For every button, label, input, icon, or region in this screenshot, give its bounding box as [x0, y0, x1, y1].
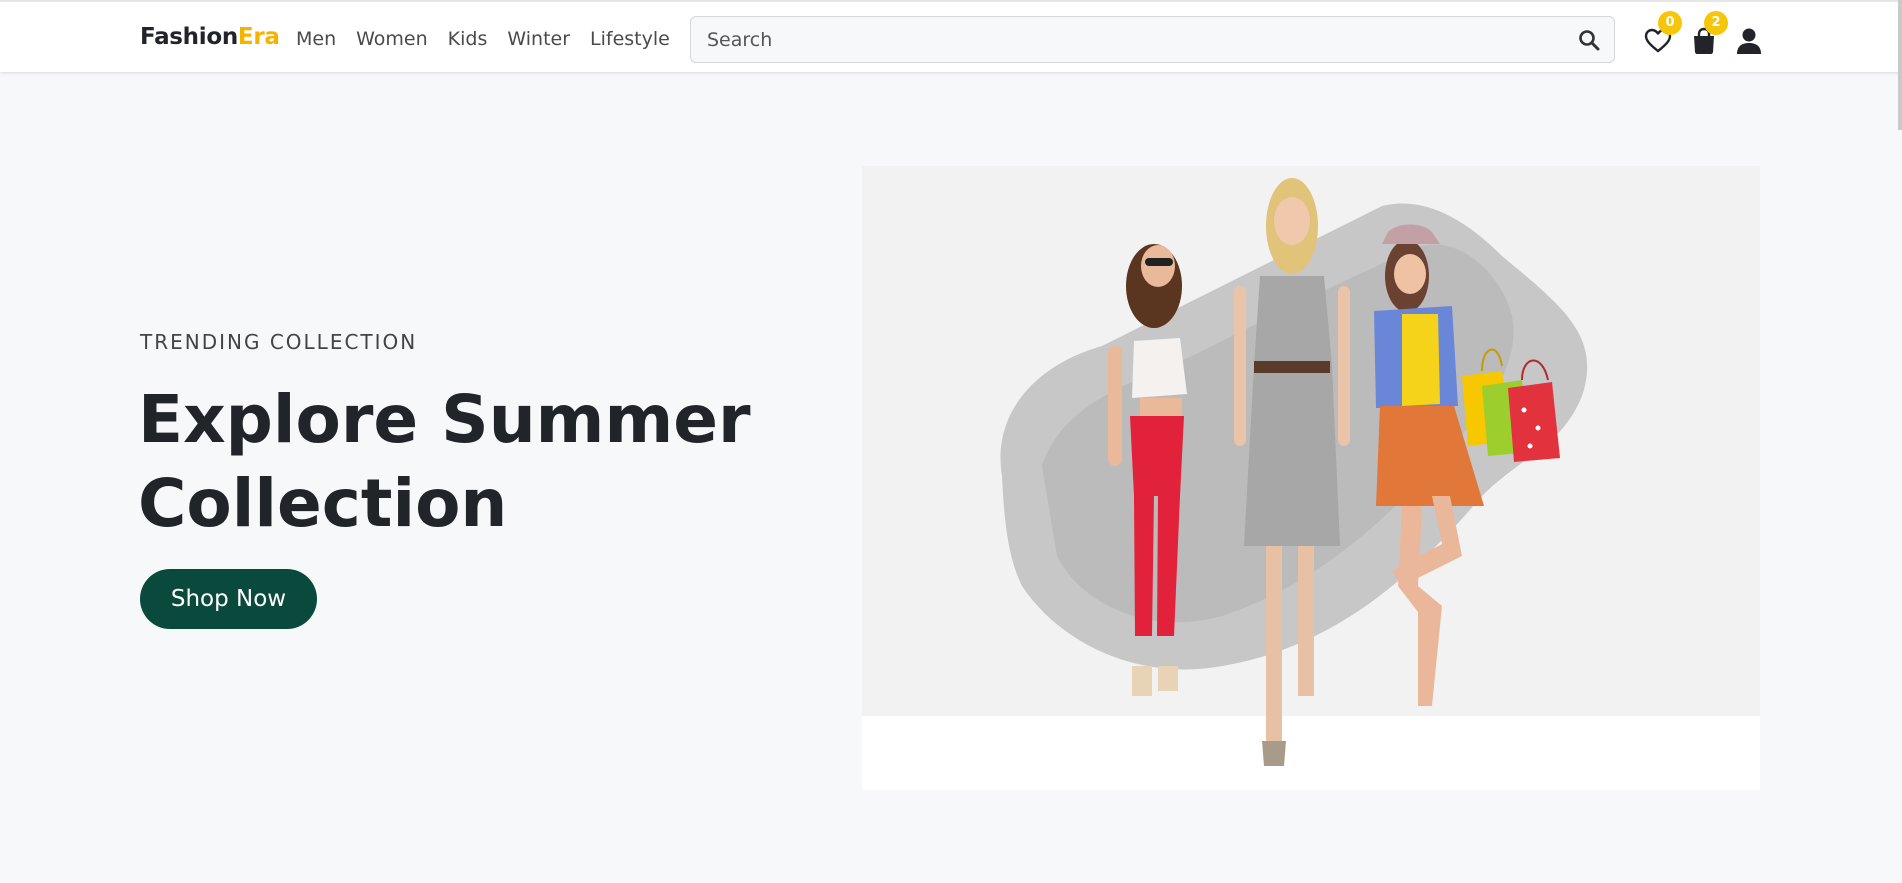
search-icon[interactable]: [1578, 29, 1600, 51]
main-nav: Men Women Kids Winter Lifestyle: [296, 28, 690, 50]
hero-eyebrow: TRENDING COLLECTION: [140, 330, 418, 354]
brand-logo[interactable]: FashionEra: [140, 24, 280, 50]
hero-headline: Explore Summer Collection: [138, 378, 838, 546]
hero-headline-line2: Collection: [138, 465, 508, 542]
wishlist-count-badge: 0: [1658, 11, 1682, 35]
shop-now-button[interactable]: Shop Now: [140, 569, 317, 629]
brand-name-accent: Era: [237, 24, 280, 50]
top-navbar: FashionEra Men Women Kids Winter Lifesty…: [0, 0, 1902, 72]
nav-item-kids[interactable]: Kids: [448, 28, 488, 50]
hero-image: [862, 166, 1760, 790]
wishlist-button[interactable]: 0: [1644, 11, 1682, 55]
nav-item-winter[interactable]: Winter: [507, 28, 570, 50]
user-icon: [1737, 28, 1761, 54]
search-input[interactable]: [691, 17, 1551, 62]
hero-headline-line1: Explore Summer: [138, 381, 751, 458]
nav-item-women[interactable]: Women: [356, 28, 428, 50]
account-button[interactable]: [1735, 27, 1763, 55]
nav-item-lifestyle[interactable]: Lifestyle: [590, 28, 670, 50]
nav-item-men[interactable]: Men: [296, 28, 336, 50]
brand-name-main: Fashion: [140, 24, 238, 50]
cart-count-badge: 2: [1704, 11, 1728, 35]
page-scrollbar[interactable]: [1898, 0, 1902, 130]
search-bar: [690, 16, 1615, 63]
cart-button[interactable]: 2: [1690, 11, 1728, 55]
